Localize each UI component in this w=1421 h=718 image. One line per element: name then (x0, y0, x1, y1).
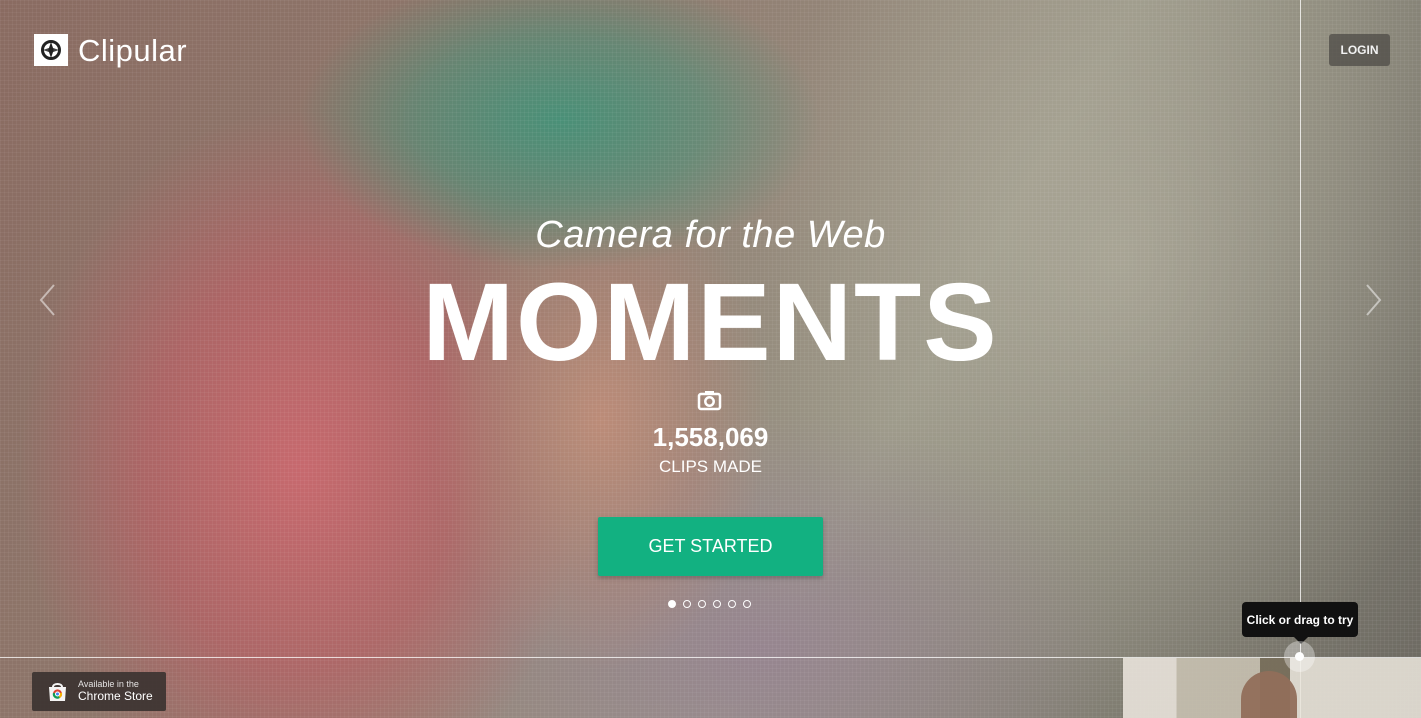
hero-section[interactable]: Clipular LOGIN Camera for the Web MOMENT… (0, 0, 1421, 718)
hero-tagline: Camera for the Web (535, 214, 886, 256)
slide-dot-2[interactable] (683, 600, 691, 608)
camera-aperture-icon (34, 34, 68, 66)
chrome-store-icon (46, 681, 69, 702)
chrome-store-large-text: Chrome Store (78, 688, 153, 703)
login-button[interactable]: LOGIN (1329, 34, 1390, 66)
drag-tooltip: Click or drag to try (1242, 602, 1358, 644)
slide-dot-1[interactable] (668, 600, 676, 608)
chrome-store-small-text: Available in the (78, 678, 139, 689)
brand-logo-link[interactable]: Clipular (34, 34, 187, 66)
chrome-store-text: Available in the Chrome Store (78, 678, 153, 703)
drag-handle-core (1295, 652, 1304, 661)
hero-headline: MOMENTS (422, 261, 999, 384)
clips-count: 1,558,069 (652, 422, 769, 452)
clip-preview-image (1123, 658, 1421, 718)
slide-indicators (668, 600, 751, 608)
slide-dot-3[interactable] (698, 600, 706, 608)
clips-count-label: CLIPS MADE (659, 457, 762, 476)
brand-name: Clipular (78, 32, 188, 68)
camera-icon (697, 389, 722, 412)
slide-dot-5[interactable] (728, 600, 736, 608)
get-started-button[interactable]: GET STARTED (598, 517, 823, 576)
slide-dot-4[interactable] (713, 600, 721, 608)
slide-dot-6[interactable] (743, 600, 751, 608)
drag-handle[interactable] (1284, 641, 1315, 672)
chrome-store-badge[interactable]: Available in the Chrome Store (32, 672, 166, 711)
